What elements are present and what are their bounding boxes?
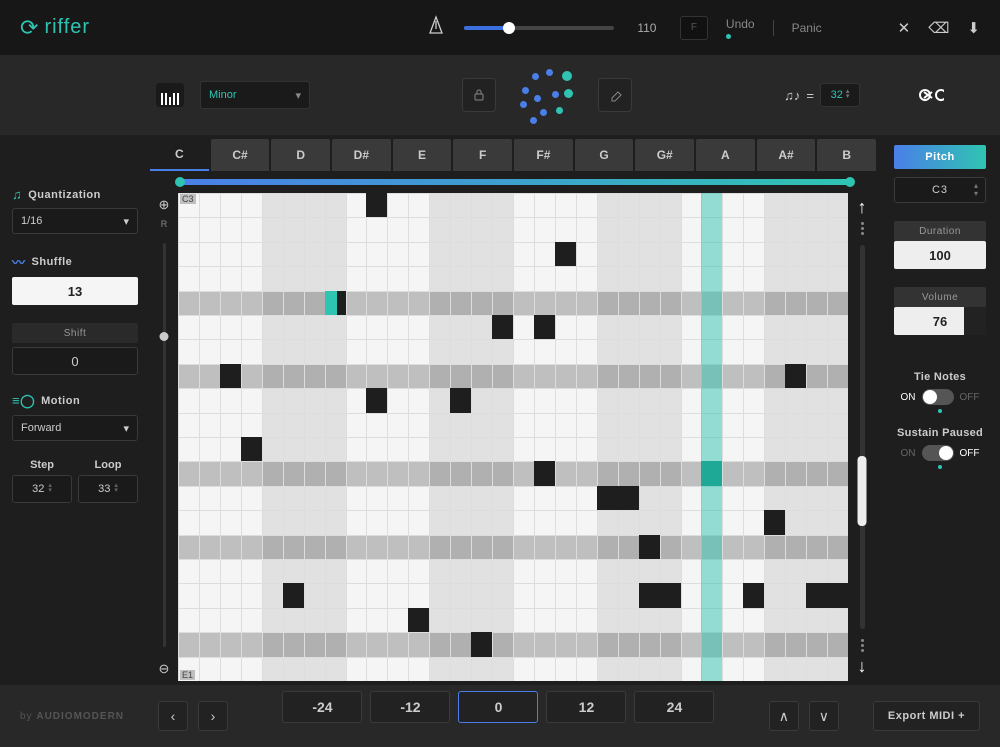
note-tab-A[interactable]: A — [696, 139, 755, 171]
prev-button[interactable]: ‹ — [158, 701, 188, 731]
tempo-key-box[interactable]: F — [680, 16, 708, 40]
steps-input[interactable]: 32 ▴▾ — [820, 83, 860, 107]
bottom-bar: by AUDIOMODERN ‹ › -24-1201224 ∧ ∨ Expor… — [0, 685, 1000, 747]
tie-notes-label: Tie Notes — [894, 371, 986, 383]
octave-button[interactable]: 0 — [458, 691, 538, 723]
octave-button[interactable]: 24 — [634, 691, 714, 723]
note-tab-D[interactable]: D — [271, 139, 330, 171]
download-icon[interactable]: ⬇ — [967, 19, 980, 37]
scroll-down-icon[interactable]: ↓ — [858, 656, 867, 677]
pitch-tab[interactable]: Pitch — [894, 145, 986, 169]
sustain-toggle[interactable] — [922, 445, 954, 461]
root-note-tabs: CC#DD#EFF#GG#AA#B — [150, 139, 880, 171]
scroll-column: ↑ ↓ — [848, 193, 876, 681]
keyboard-icon[interactable] — [156, 83, 184, 107]
tempo-slider[interactable] — [464, 26, 614, 30]
erase-icon[interactable]: ⌫ — [928, 19, 949, 37]
octave-label-bottom: E1 — [180, 670, 195, 680]
undo-button[interactable]: Undo — [726, 17, 755, 31]
note-tab-C[interactable]: C — [150, 139, 209, 171]
wave-icon: 〰 — [12, 252, 26, 271]
reset-zoom[interactable]: R — [161, 219, 168, 229]
toolbar: Minor▾ ♫♪ = 32 ▴▾ — [0, 55, 1000, 135]
tie-notes-toggle[interactable] — [922, 389, 954, 405]
panic-button[interactable]: Panic — [792, 21, 822, 35]
shuffle-input[interactable]: 13 — [12, 277, 138, 305]
note-tab-G[interactable]: G — [575, 139, 634, 171]
app-name: riffer — [44, 16, 90, 39]
loop-label: Loop — [78, 459, 138, 471]
note-tab-E[interactable]: E — [393, 139, 452, 171]
top-bar: ⟳ riffer 110 F Undo Panic ✕ ⌫ ⬇ — [0, 0, 1000, 55]
zoom-column: ⊕ R ⊖ — [150, 193, 178, 681]
center-panel: CC#DD#EFF#GG#AA#B ⊕ R ⊖ C3 E1 ↑ — [150, 135, 880, 685]
step-label: Step — [12, 459, 72, 471]
scale-select[interactable]: Minor▾ — [200, 81, 310, 109]
loop-input[interactable]: 33▴▾ — [78, 475, 138, 503]
note-tab-Fsharp[interactable]: F# — [514, 139, 573, 171]
zoom-in-icon[interactable]: ⊕ — [159, 197, 170, 213]
step-input[interactable]: 32▴▾ — [12, 475, 72, 503]
scroll-up-icon[interactable]: ↑ — [858, 197, 867, 218]
note-tab-Asharp[interactable]: A# — [757, 139, 816, 171]
octave-button[interactable]: -24 — [282, 691, 362, 723]
collapse-icon[interactable]: ✕ — [898, 19, 911, 37]
duration-label: Duration — [894, 221, 986, 241]
lock-button[interactable] — [462, 78, 496, 112]
metronome-icon[interactable] — [426, 15, 446, 41]
export-midi-button[interactable]: Export MIDI + — [873, 701, 980, 731]
note-tab-B[interactable]: B — [817, 139, 876, 171]
tempo-value[interactable]: 110 — [632, 21, 662, 35]
octave-button[interactable]: 12 — [546, 691, 626, 723]
motion-select[interactable]: Forward▾ — [12, 415, 138, 441]
randomize-button[interactable] — [512, 65, 582, 125]
left-panel: ♫Quantization 1/16▾ 〰Shuffle 13 Shift 0 … — [0, 135, 150, 685]
octave-down-button[interactable]: ∨ — [809, 701, 839, 731]
note-tab-F[interactable]: F — [453, 139, 512, 171]
note-tab-Csharp[interactable]: C# — [211, 139, 270, 171]
eraser-button[interactable] — [598, 78, 632, 112]
brand: by AUDIOMODERN — [20, 711, 124, 722]
motion-icon: ≡◯ — [12, 393, 35, 409]
shift-input[interactable]: 0 — [12, 347, 138, 375]
shuffle-label: Shuffle — [32, 256, 73, 268]
shift-label: Shift — [12, 323, 138, 343]
octave-label-top: C3 — [180, 194, 196, 204]
quantization-select[interactable]: 1/16▾ — [12, 208, 138, 234]
next-button[interactable]: › — [198, 701, 228, 731]
volume-input[interactable]: 76 — [894, 307, 986, 335]
note-tab-Dsharp[interactable]: D# — [332, 139, 391, 171]
logo-icon: ⟳ — [20, 15, 38, 41]
note-icon: ♫ — [12, 187, 22, 202]
piano-roll-grid[interactable]: C3 E1 — [178, 193, 848, 681]
steps-display: ♫♪ = 32 ▴▾ — [784, 83, 860, 107]
vertical-scrollbar[interactable] — [860, 245, 865, 629]
note-icon: ♫♪ — [784, 88, 800, 103]
duration-input[interactable]: 100 — [894, 241, 986, 269]
infinity-button[interactable] — [912, 80, 944, 111]
octave-button[interactable]: -12 — [370, 691, 450, 723]
pitch-select[interactable]: C3▴▾ — [894, 177, 986, 203]
zoom-slider[interactable] — [163, 243, 166, 647]
sustain-label: Sustain Paused — [894, 427, 986, 439]
right-panel: Pitch C3▴▾ Duration 100 Volume 76 Tie No… — [880, 135, 1000, 685]
octave-up-button[interactable]: ∧ — [769, 701, 799, 731]
volume-label: Volume — [894, 287, 986, 307]
logo: ⟳ riffer — [20, 15, 90, 41]
note-tab-Gsharp[interactable]: G# — [635, 139, 694, 171]
motion-label: Motion — [41, 395, 80, 407]
zoom-out-icon[interactable]: ⊖ — [159, 661, 170, 677]
range-slider[interactable] — [180, 179, 850, 185]
quantization-label: Quantization — [28, 189, 101, 201]
